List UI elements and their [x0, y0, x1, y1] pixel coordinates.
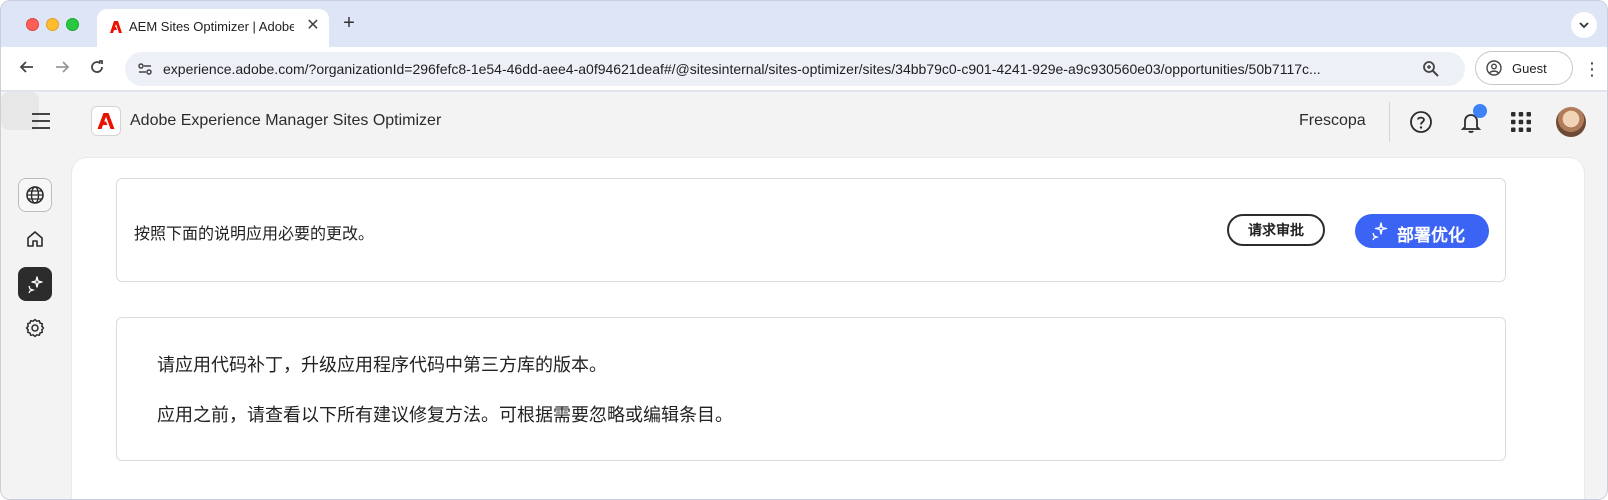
maximize-window-button[interactable]: [66, 18, 79, 31]
new-tab-button[interactable]: +: [338, 12, 360, 34]
profile-button[interactable]: Guest: [1475, 51, 1573, 85]
reload-icon: [91, 60, 103, 73]
globe-icon: [26, 186, 44, 204]
deploy-label: 部署优化: [1397, 226, 1465, 245]
gear-icon: [25, 318, 45, 338]
sparkle-icon: [1372, 222, 1388, 241]
browser-menu-button[interactable]: ⋮: [1583, 57, 1601, 81]
sidebar-item-home[interactable]: [18, 222, 52, 256]
profile-icon: [1486, 60, 1502, 76]
zoom-icon[interactable]: [1422, 60, 1440, 78]
home-icon: [27, 231, 43, 247]
site-settings-icon[interactable]: [137, 61, 153, 77]
tab-strip: AEM Sites Optimizer | Adobe ✕ +: [1, 1, 1607, 47]
app-header: Adobe Experience Manager Sites Optimizer…: [1, 92, 1607, 152]
header-divider: [1389, 102, 1390, 142]
description-line: 请应用代码补丁，升级应用程序代码中第三方库的版本。: [157, 355, 607, 375]
org-switcher[interactable]: Frescopa: [1299, 112, 1366, 130]
main-panel: 按照下面的说明应用必要的更改。 请求审批 部署优化 请应用代码补丁，升级应用程序…: [71, 157, 1585, 499]
address-bar[interactable]: experience.adobe.com/?organizationId=296…: [125, 52, 1465, 86]
tab-title: AEM Sites Optimizer | Adobe: [129, 19, 294, 34]
close-window-button[interactable]: [26, 18, 39, 31]
reload-button[interactable]: [85, 57, 109, 81]
profile-label: Guest: [1512, 61, 1547, 76]
hamburger-menu-icon[interactable]: [30, 112, 52, 130]
apps-grid-icon[interactable]: [1510, 111, 1532, 133]
tab-close-icon[interactable]: ✕: [303, 16, 323, 36]
help-icon[interactable]: [1409, 110, 1433, 134]
forward-button[interactable]: [50, 57, 74, 81]
deploy-optimization-button[interactable]: 部署优化: [1355, 214, 1489, 248]
adobe-logo-icon: [97, 113, 115, 129]
instruction-text: 按照下面的说明应用必要的更改。: [134, 226, 375, 243]
notification-badge: [1473, 104, 1487, 118]
user-avatar[interactable]: [1556, 107, 1586, 137]
arrow-right-icon: [56, 61, 70, 73]
adobe-logo: [91, 106, 121, 136]
sidebar-item-settings[interactable]: [18, 311, 52, 345]
arrow-left-icon: [19, 61, 33, 73]
app-title: Adobe Experience Manager Sites Optimizer: [130, 112, 442, 129]
back-button[interactable]: [15, 57, 39, 81]
sidebar-item-sites[interactable]: [18, 178, 52, 212]
url-text[interactable]: experience.adobe.com/?organizationId=296…: [163, 61, 1408, 77]
sparkle-icon: [28, 276, 43, 294]
browser-window: AEM Sites Optimizer | Adobe ✕ + experien…: [0, 0, 1608, 500]
browser-toolbar: experience.adobe.com/?organizationId=296…: [1, 47, 1607, 91]
adobe-favicon-icon: [110, 21, 122, 33]
description-card: 请应用代码补丁，升级应用程序代码中第三方库的版本。 应用之前，请查看以下所有建议…: [116, 317, 1506, 461]
request-approval-button[interactable]: 请求审批: [1227, 214, 1325, 246]
description-line: 应用之前，请查看以下所有建议修复方法。可根据需要忽略或编辑条目。: [157, 405, 733, 425]
sidebar-item-optimizer[interactable]: [18, 267, 52, 301]
app-content: Adobe Experience Manager Sites Optimizer…: [1, 92, 1607, 499]
tab-search-button[interactable]: [1571, 12, 1597, 38]
chevron-down-icon: [1579, 22, 1589, 29]
action-card: 按照下面的说明应用必要的更改。 请求审批 部署优化: [116, 178, 1506, 282]
browser-tab[interactable]: AEM Sites Optimizer | Adobe ✕: [97, 9, 329, 47]
minimize-window-button[interactable]: [46, 18, 59, 31]
